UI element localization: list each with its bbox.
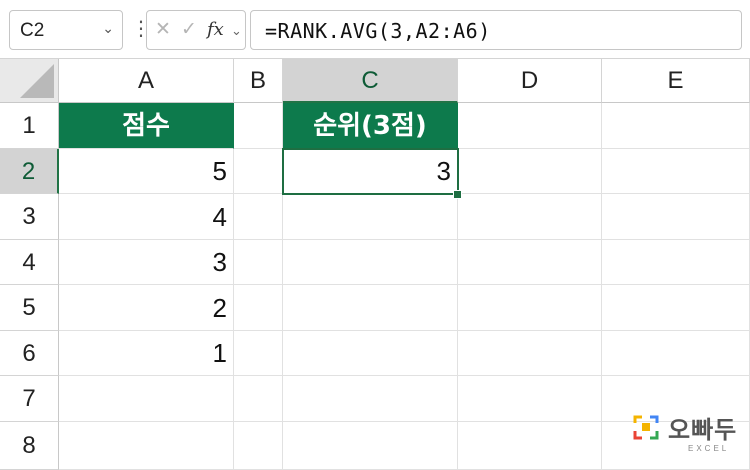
- cell-d5[interactable]: [458, 285, 602, 331]
- row-header-8[interactable]: 8: [0, 422, 59, 470]
- cell-e5[interactable]: [602, 285, 750, 331]
- cell-a2[interactable]: 5: [59, 149, 234, 194]
- cell-b2[interactable]: [234, 149, 283, 194]
- cell-e1[interactable]: [602, 103, 750, 149]
- cell-b7[interactable]: [234, 376, 283, 422]
- cell-b1[interactable]: [234, 103, 283, 149]
- chevron-down-icon[interactable]: ⌄: [102, 20, 114, 37]
- cell-b3[interactable]: [234, 194, 283, 240]
- name-box-value: C2: [20, 20, 45, 41]
- chevron-down-icon[interactable]: ⌄: [231, 23, 242, 39]
- cell-d1[interactable]: [458, 103, 602, 149]
- cell-a6[interactable]: 1: [59, 331, 234, 376]
- active-cell-border: [282, 148, 459, 195]
- cell-c5[interactable]: [283, 285, 458, 331]
- row-header-4[interactable]: 4: [0, 240, 59, 285]
- row-header-3[interactable]: 3: [0, 194, 59, 240]
- cell-b6[interactable]: [234, 331, 283, 376]
- cell-a7[interactable]: [59, 376, 234, 422]
- cancel-icon[interactable]: ✕: [155, 18, 171, 41]
- column-header-d[interactable]: D: [458, 59, 602, 103]
- fill-handle[interactable]: [453, 190, 462, 199]
- check-icon[interactable]: ✓: [181, 18, 197, 41]
- column-header-b[interactable]: B: [234, 59, 283, 103]
- formula-bar: C2 ⌄ ⋮ ✕ ✓ fx ⌄ =RANK.AVG(3,A2:A6): [0, 0, 750, 58]
- logo-text: 오빠두: [668, 416, 738, 444]
- column-header-c[interactable]: C: [283, 59, 458, 103]
- column-header-a[interactable]: A: [59, 59, 234, 103]
- cell-a8[interactable]: [59, 422, 234, 470]
- insert-function-icon[interactable]: fx: [207, 19, 224, 40]
- more-options-icon[interactable]: ⋮: [131, 14, 151, 46]
- cell-d6[interactable]: [458, 331, 602, 376]
- cell-a1[interactable]: 점수: [59, 103, 234, 149]
- cell-b4[interactable]: [234, 240, 283, 285]
- cell-a5[interactable]: 2: [59, 285, 234, 331]
- cell-d2[interactable]: [458, 149, 602, 194]
- row-header-1[interactable]: 1: [0, 103, 59, 149]
- cell-c3[interactable]: [283, 194, 458, 240]
- cell-c4[interactable]: [283, 240, 458, 285]
- cell-c6[interactable]: [283, 331, 458, 376]
- cell-c7[interactable]: [283, 376, 458, 422]
- cell-d8[interactable]: [458, 422, 602, 470]
- select-all-button[interactable]: [0, 59, 59, 103]
- brand-logo: 오빠두 EXCEL: [632, 409, 742, 457]
- logo-subtext: EXCEL: [688, 444, 730, 453]
- row-header-7[interactable]: 7: [0, 376, 59, 422]
- cell-b5[interactable]: [234, 285, 283, 331]
- cell-e3[interactable]: [602, 194, 750, 240]
- formula-text: =RANK.AVG(3,A2:A6): [265, 19, 491, 43]
- row-header-2[interactable]: 2: [0, 149, 59, 194]
- cell-a3[interactable]: 4: [59, 194, 234, 240]
- row-header-6[interactable]: 6: [0, 331, 59, 376]
- name-box[interactable]: C2 ⌄: [9, 10, 123, 50]
- cell-e2[interactable]: [602, 149, 750, 194]
- cell-e4[interactable]: [602, 240, 750, 285]
- cell-d3[interactable]: [458, 194, 602, 240]
- cell-d7[interactable]: [458, 376, 602, 422]
- cell-b8[interactable]: [234, 422, 283, 470]
- formula-controls: ✕ ✓ fx ⌄: [146, 10, 246, 50]
- cell-d4[interactable]: [458, 240, 602, 285]
- row-header-5[interactable]: 5: [0, 285, 59, 331]
- formula-input[interactable]: =RANK.AVG(3,A2:A6): [250, 10, 742, 50]
- column-header-e[interactable]: E: [602, 59, 750, 103]
- cell-c1[interactable]: 순위(3점): [283, 103, 458, 149]
- cell-a4[interactable]: 3: [59, 240, 234, 285]
- cell-e6[interactable]: [602, 331, 750, 376]
- logo-icon: [633, 415, 659, 440]
- cell-c8[interactable]: [283, 422, 458, 470]
